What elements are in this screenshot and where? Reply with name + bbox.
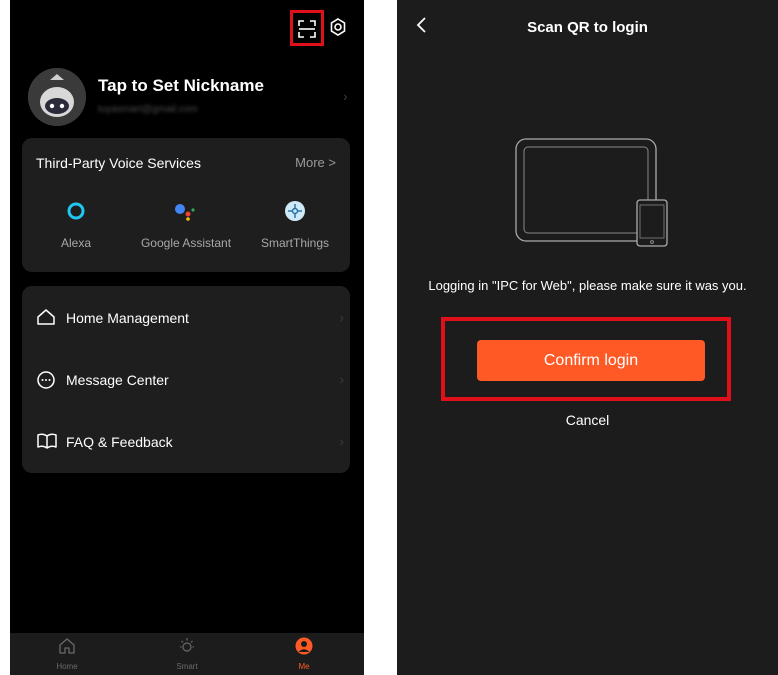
bottom-tab-bar: Home Smart Me: [10, 633, 364, 675]
alexa-icon: [67, 202, 85, 220]
voice-services-card: Third-Party Voice Services More > Alexa …: [22, 138, 350, 272]
tab-label: Smart: [176, 662, 198, 671]
scan-highlight-box: [290, 10, 324, 46]
menu-label: Home Management: [66, 310, 189, 326]
sun-icon: [180, 638, 194, 652]
confirm-login-button[interactable]: Confirm login: [477, 340, 705, 381]
person-icon: [295, 637, 313, 655]
chevron-right-icon: ›: [339, 310, 344, 325]
chevron-right-icon: ›: [339, 372, 344, 387]
menu-item-home-management[interactable]: Home Management ›: [22, 298, 350, 338]
login-message: Logging in "IPC for Web", please make su…: [428, 278, 747, 293]
gear-icon[interactable]: [328, 17, 348, 37]
service-google-assistant[interactable]: Google Assistant: [131, 198, 241, 250]
profile-chevron-icon[interactable]: ›: [343, 88, 348, 104]
chevron-right-icon: ›: [339, 434, 344, 449]
more-link[interactable]: More >: [295, 155, 336, 170]
service-label: Google Assistant: [140, 236, 232, 250]
home-tab-icon: [59, 638, 75, 654]
book-icon: [37, 433, 57, 449]
tablet-phone-illustration: [515, 138, 668, 247]
avatar[interactable]: [28, 68, 86, 126]
google-assistant-icon: [175, 204, 195, 221]
smartthings-icon: [285, 201, 305, 221]
robot-avatar-icon: [28, 68, 86, 126]
scan-login-screen: Scan QR to login Logging in "IPC for Web…: [397, 0, 778, 675]
tab-me[interactable]: Me: [264, 637, 344, 671]
cancel-button[interactable]: Cancel: [397, 412, 778, 428]
service-smartthings[interactable]: SmartThings: [240, 198, 350, 250]
me-screen: Tap to Set Nickname tuyasmart@gmail.com …: [10, 0, 364, 675]
menu-card: Home Management › Message Center › FAQ &…: [22, 286, 350, 473]
page-title: Scan QR to login: [527, 19, 648, 36]
scan-icon[interactable]: [298, 20, 316, 38]
voice-services-title: Third-Party Voice Services: [36, 155, 201, 171]
menu-label: FAQ & Feedback: [66, 434, 173, 450]
tab-label: Me: [298, 662, 310, 671]
menu-label: Message Center: [66, 372, 169, 388]
email-label: tuyasmart@gmail.com: [98, 104, 198, 115]
service-label: Alexa: [60, 236, 92, 250]
menu-item-faq-feedback[interactable]: FAQ & Feedback ›: [22, 422, 350, 462]
tab-label: Home: [56, 662, 78, 671]
menu-item-message-center[interactable]: Message Center ›: [22, 360, 350, 400]
service-label: SmartThings: [260, 236, 330, 250]
tab-smart[interactable]: Smart: [147, 637, 227, 671]
tab-home[interactable]: Home: [27, 637, 107, 671]
home-icon: [37, 309, 55, 325]
service-alexa[interactable]: Alexa: [21, 198, 131, 250]
nickname-label[interactable]: Tap to Set Nickname: [98, 76, 264, 96]
message-icon: [37, 371, 55, 389]
